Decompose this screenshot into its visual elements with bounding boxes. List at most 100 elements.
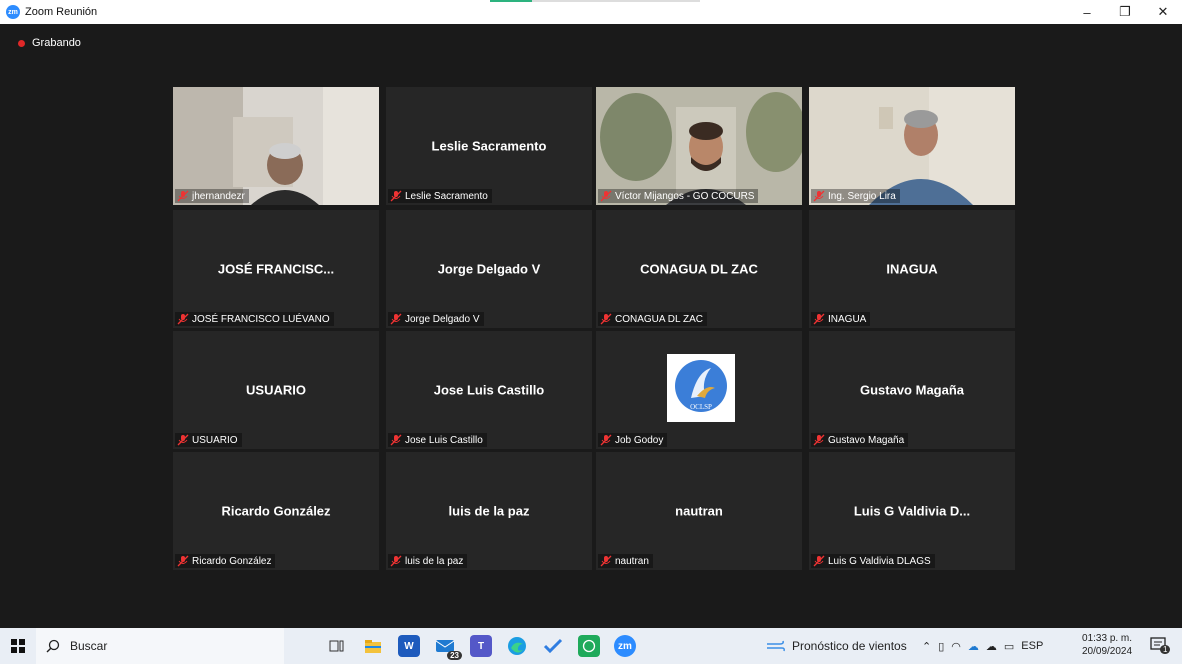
participant-name-tag: jhernandezr — [175, 189, 249, 203]
system-tray: ⌃ ▯ ◠ ☁ ☁ ▭ ESP — [922, 628, 1043, 664]
participant-name: Ricardo González — [192, 555, 272, 567]
participant-tile[interactable]: Ricardo González Ricardo González — [173, 452, 379, 570]
participant-tile[interactable]: Ing. Sergio Lira — [809, 87, 1015, 205]
participant-name-tag: Leslie Sacramento — [388, 189, 492, 203]
participant-display-name: Leslie Sacramento — [431, 138, 547, 154]
muted-mic-icon — [600, 434, 612, 446]
search-icon — [46, 639, 60, 653]
participant-display-name: Jorge Delgado V — [437, 261, 541, 277]
participant-display-name: nautran — [675, 503, 723, 519]
participant-tile[interactable]: jhernandezr — [173, 87, 379, 205]
participant-name: Ing. Sergio Lira — [828, 190, 896, 202]
mail-icon[interactable]: 23 — [434, 635, 462, 660]
muted-mic-icon — [813, 434, 825, 446]
start-button[interactable] — [0, 639, 36, 653]
search-label: Buscar — [70, 639, 108, 653]
window-title: Zoom Reunión — [25, 6, 98, 18]
participant-display-name: Jose Luis Castillo — [433, 382, 545, 398]
participant-name: luis de la paz — [405, 555, 464, 567]
todo-check-icon[interactable] — [542, 635, 564, 657]
windows-logo-icon — [11, 639, 25, 653]
participant-tile[interactable]: Gustavo Magaña Gustavo Magaña — [809, 331, 1015, 449]
participant-name: Luis G Valdivia DLAGS — [828, 555, 931, 567]
participant-name: Job Godoy — [615, 434, 664, 446]
muted-mic-icon — [600, 313, 612, 325]
participant-tile[interactable]: Luis G Valdivia D... Luis G Valdivia DLA… — [809, 452, 1015, 570]
participant-tile[interactable]: nautran nautran — [596, 452, 802, 570]
participant-name: Jorge Delgado V — [405, 313, 480, 325]
participant-name: jhernandezr — [192, 190, 245, 202]
participant-tile[interactable]: Jose Luis Castillo Jose Luis Castillo — [386, 331, 592, 449]
clock[interactable]: 01:33 p. m. 20/09/2024 — [1082, 632, 1132, 658]
participant-display-name: JOSÉ FRANCISC... — [217, 261, 335, 277]
participant-tile[interactable]: USUARIO USUARIO — [173, 331, 379, 449]
participant-name: CONAGUA DL ZAC — [615, 313, 703, 325]
participant-tile[interactable]: JOSÉ FRANCISC... JOSÉ FRANCISCO LUÉVANO — [173, 210, 379, 328]
participant-tile[interactable]: Jorge Delgado V Jorge Delgado V — [386, 210, 592, 328]
participant-tile[interactable]: INAGUA INAGUA — [809, 210, 1015, 328]
task-view-icon[interactable] — [326, 635, 348, 657]
participant-name-tag: USUARIO — [175, 433, 242, 447]
onedrive-personal-icon[interactable]: ☁ — [986, 640, 997, 653]
muted-mic-icon — [600, 555, 612, 567]
participant-video — [173, 87, 379, 205]
participant-name-tag: luis de la paz — [388, 554, 468, 568]
muted-mic-icon — [813, 313, 825, 325]
participant-display-name: Ricardo González — [221, 503, 331, 519]
onedrive-cloud-icon[interactable]: ☁ — [968, 640, 979, 653]
participant-display-name: USUARIO — [246, 382, 306, 398]
word-icon[interactable]: W — [398, 635, 420, 657]
wifi-icon[interactable]: ◠ — [951, 640, 961, 653]
edge-icon[interactable] — [506, 635, 528, 657]
participant-name-tag: INAGUA — [811, 312, 871, 326]
minimize-button[interactable]: – — [1068, 0, 1106, 24]
mail-badge: 23 — [447, 651, 462, 660]
participant-name-tag: Jose Luis Castillo — [388, 433, 487, 447]
participant-video — [809, 87, 1015, 205]
participant-tile-active-speaker[interactable]: Víctor Mijangos - GO COCURS — [596, 87, 802, 205]
participant-avatar-logo: OCLSP — [667, 354, 735, 422]
language-indicator[interactable]: ESP — [1021, 640, 1043, 652]
notifications-button[interactable]: 1 — [1150, 637, 1171, 660]
participant-name-tag: CONAGUA DL ZAC — [598, 312, 707, 326]
participant-display-name: INAGUA — [886, 261, 938, 277]
restore-button[interactable]: ❐ — [1106, 0, 1144, 24]
chevron-up-icon[interactable]: ⌃ — [922, 640, 931, 653]
battery-icon[interactable]: ▯ — [938, 640, 944, 653]
participant-tile[interactable]: OCLSP Job Godoy — [596, 331, 802, 449]
participant-name-tag: Ricardo González — [175, 554, 276, 568]
close-button[interactable]: ✕ — [1144, 0, 1182, 24]
participant-display-name: CONAGUA DL ZAC — [640, 261, 758, 277]
muted-mic-icon — [390, 555, 402, 567]
participant-name: Gustavo Magaña — [828, 434, 905, 446]
participant-name-tag: Job Godoy — [598, 433, 668, 447]
taskbar-apps: W 23 T zm — [326, 635, 636, 660]
whatsapp-icon[interactable] — [578, 635, 600, 657]
participant-name-tag: Luis G Valdivia DLAGS — [811, 554, 935, 568]
participant-tile[interactable]: CONAGUA DL ZAC CONAGUA DL ZAC — [596, 210, 802, 328]
muted-mic-icon — [177, 555, 189, 567]
participant-name-tag: Jorge Delgado V — [388, 312, 484, 326]
weather-widget[interactable]: Pronóstico de vientos — [766, 628, 907, 664]
participant-tile[interactable]: Leslie Sacramento Leslie Sacramento — [386, 87, 592, 205]
muted-mic-icon — [390, 313, 402, 325]
zoom-taskbar-icon[interactable]: zm — [614, 635, 636, 657]
participant-display-name: Luis G Valdivia D... — [853, 503, 971, 519]
participant-display-name: Gustavo Magaña — [859, 382, 965, 398]
wind-icon — [767, 640, 785, 652]
participant-name-tag: Víctor Mijangos - GO COCURS — [598, 189, 759, 203]
display-icon[interactable]: ▭ — [1004, 640, 1014, 653]
muted-mic-icon — [600, 190, 612, 202]
meeting-area: Grabando jhernandezr Leslie Sacramento L… — [0, 24, 1182, 628]
file-explorer-icon[interactable] — [362, 635, 384, 657]
recording-dot-icon — [18, 39, 25, 47]
participant-name-tag: JOSÉ FRANCISCO LUÉVANO — [175, 312, 334, 326]
muted-mic-icon — [177, 313, 189, 325]
teams-icon[interactable]: T — [470, 635, 492, 657]
participant-name: nautran — [615, 555, 649, 567]
taskbar-search-box[interactable]: Buscar — [36, 628, 284, 664]
participant-display-name: luis de la paz — [448, 503, 530, 519]
participant-tile[interactable]: luis de la paz luis de la paz — [386, 452, 592, 570]
recording-indicator[interactable]: Grabando — [18, 37, 81, 49]
clock-date: 20/09/2024 — [1082, 646, 1133, 657]
